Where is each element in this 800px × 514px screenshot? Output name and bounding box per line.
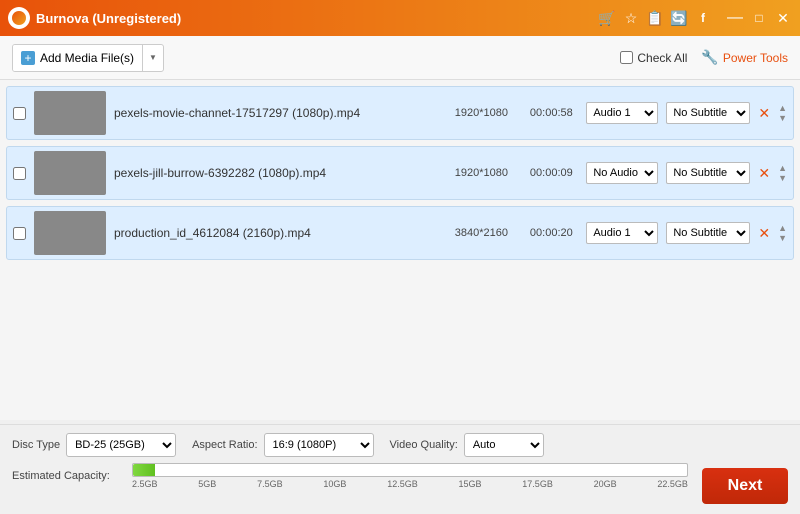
- bottom-bar: Disc Type BD-25 (25GB)BD-50 (50GB)DVD-5 …: [0, 424, 800, 514]
- minimize-btn[interactable]: —: [726, 9, 744, 27]
- aspect-ratio-select[interactable]: 16:9 (1080P)4:316:9 (720P): [264, 433, 374, 457]
- resolution-1: 1920*1080: [446, 167, 516, 179]
- check-all-checkbox[interactable]: [620, 51, 633, 64]
- capacity-ticks: 2.5GB 5GB 7.5GB 10GB 12.5GB 15GB 17.5GB 20GB 22.…: [132, 479, 688, 489]
- audio-select-2[interactable]: Audio 1 No Audio: [586, 222, 658, 244]
- reorder-buttons-0: ▲ ▼: [778, 104, 787, 123]
- move-up-1[interactable]: ▲: [778, 164, 787, 173]
- reorder-buttons-2: ▲ ▼: [778, 224, 787, 243]
- refresh-icon[interactable]: 🔄: [670, 9, 688, 27]
- power-tools-label: Power Tools: [723, 51, 788, 65]
- capacity-bar: [132, 463, 688, 477]
- app-title: Burnova (Unregistered): [36, 11, 598, 26]
- capacity-bar-fill: [133, 464, 155, 476]
- resolution-0: 1920*1080: [446, 107, 516, 119]
- toolbar-right: Check All 🔧 Power Tools: [620, 49, 788, 66]
- media-row: pexels-movie-channet-17517297 (1080p).mp…: [6, 86, 794, 140]
- video-quality-label: Video Quality:: [390, 439, 458, 451]
- titlebar-icons: 🛒 ☆ 📋 🔄 f — □ ✕: [598, 9, 792, 27]
- add-media-dropdown-arrow[interactable]: ▼: [143, 45, 163, 71]
- add-media-label: Add Media File(s): [40, 51, 134, 65]
- video-quality-group: Video Quality: AutoHighMediumLow: [390, 433, 544, 457]
- subtitle-select-1[interactable]: No Subtitle: [666, 162, 750, 184]
- disc-type-select[interactable]: BD-25 (25GB)BD-50 (50GB)DVD-5 (4.7GB)DVD…: [66, 433, 176, 457]
- move-down-0[interactable]: ▼: [778, 114, 787, 123]
- move-down-1[interactable]: ▼: [778, 174, 787, 183]
- video-quality-select[interactable]: AutoHighMediumLow: [464, 433, 544, 457]
- capacity-tick: 7.5GB: [257, 479, 283, 489]
- titlebar: Burnova (Unregistered) 🛒 ☆ 📋 🔄 f — □ ✕: [0, 0, 800, 36]
- capacity-tick: 22.5GB: [657, 479, 688, 489]
- remove-button-0[interactable]: ✕: [758, 106, 770, 120]
- duration-0: 00:00:58: [524, 107, 578, 119]
- capacity-row: Estimated Capacity: 2.5GB 5GB 7.5GB 10GB 12.…: [0, 461, 800, 493]
- duration-2: 00:00:20: [524, 227, 578, 239]
- filename-2: production_id_4612084 (2160p).mp4: [114, 226, 438, 240]
- thumbnail-0: [34, 91, 106, 135]
- wrench-icon: 🔧: [701, 49, 718, 66]
- capacity-tick: 20GB: [594, 479, 617, 489]
- capacity-tick: 2.5GB: [132, 479, 158, 489]
- row-checkbox-0[interactable]: [13, 107, 26, 120]
- capacity-tick: 15GB: [459, 479, 482, 489]
- resolution-2: 3840*2160: [446, 227, 516, 239]
- reorder-buttons-1: ▲ ▼: [778, 164, 787, 183]
- audio-select-0[interactable]: Audio 1 No Audio: [586, 102, 658, 124]
- media-row: pexels-jill-burrow-6392282 (1080p).mp4 1…: [6, 146, 794, 200]
- add-media-button[interactable]: + Add Media File(s) ▼: [12, 44, 164, 72]
- check-all-text: Check All: [637, 51, 687, 65]
- maximize-btn[interactable]: □: [750, 9, 768, 27]
- add-media-main[interactable]: + Add Media File(s): [13, 45, 143, 71]
- remove-button-2[interactable]: ✕: [758, 226, 770, 240]
- move-down-2[interactable]: ▼: [778, 234, 787, 243]
- row-checkbox-2[interactable]: [13, 227, 26, 240]
- plus-icon: +: [21, 51, 35, 65]
- thumbnail-2: [34, 211, 106, 255]
- star-icon[interactable]: ☆: [622, 9, 640, 27]
- subtitle-select-2[interactable]: No Subtitle: [666, 222, 750, 244]
- media-row: production_id_4612084 (2160p).mp4 3840*2…: [6, 206, 794, 260]
- aspect-ratio-group: Aspect Ratio: 16:9 (1080P)4:316:9 (720P): [192, 433, 373, 457]
- audio-select-1[interactable]: No Audio Audio 1: [586, 162, 658, 184]
- capacity-tick: 10GB: [323, 479, 346, 489]
- close-btn[interactable]: ✕: [774, 9, 792, 27]
- move-up-0[interactable]: ▲: [778, 104, 787, 113]
- app-logo: [8, 7, 30, 29]
- capacity-label: Estimated Capacity:: [12, 470, 122, 482]
- move-up-2[interactable]: ▲: [778, 224, 787, 233]
- disc-type-group: Disc Type BD-25 (25GB)BD-50 (50GB)DVD-5 …: [12, 433, 176, 457]
- media-list: pexels-movie-channet-17517297 (1080p).mp…: [0, 80, 800, 420]
- capacity-tick: 12.5GB: [387, 479, 418, 489]
- subtitle-select-0[interactable]: No Subtitle: [666, 102, 750, 124]
- clipboard-icon[interactable]: 📋: [646, 9, 664, 27]
- capacity-tick: 17.5GB: [522, 479, 553, 489]
- remove-button-1[interactable]: ✕: [758, 166, 770, 180]
- check-all-label[interactable]: Check All: [620, 51, 687, 65]
- settings-row: Disc Type BD-25 (25GB)BD-50 (50GB)DVD-5 …: [0, 425, 800, 461]
- power-tools-button[interactable]: 🔧 Power Tools: [701, 49, 788, 66]
- next-button[interactable]: Next: [702, 468, 788, 504]
- filename-1: pexels-jill-burrow-6392282 (1080p).mp4: [114, 166, 438, 180]
- toolbar: + Add Media File(s) ▼ Check All 🔧 Power …: [0, 36, 800, 80]
- disc-type-label: Disc Type: [12, 439, 60, 451]
- duration-1: 00:00:09: [524, 167, 578, 179]
- row-checkbox-1[interactable]: [13, 167, 26, 180]
- cart-icon[interactable]: 🛒: [598, 9, 616, 27]
- filename-0: pexels-movie-channet-17517297 (1080p).mp…: [114, 106, 438, 120]
- facebook-icon[interactable]: f: [694, 9, 712, 27]
- thumbnail-1: [34, 151, 106, 195]
- aspect-ratio-label: Aspect Ratio:: [192, 439, 257, 451]
- capacity-tick: 5GB: [198, 479, 216, 489]
